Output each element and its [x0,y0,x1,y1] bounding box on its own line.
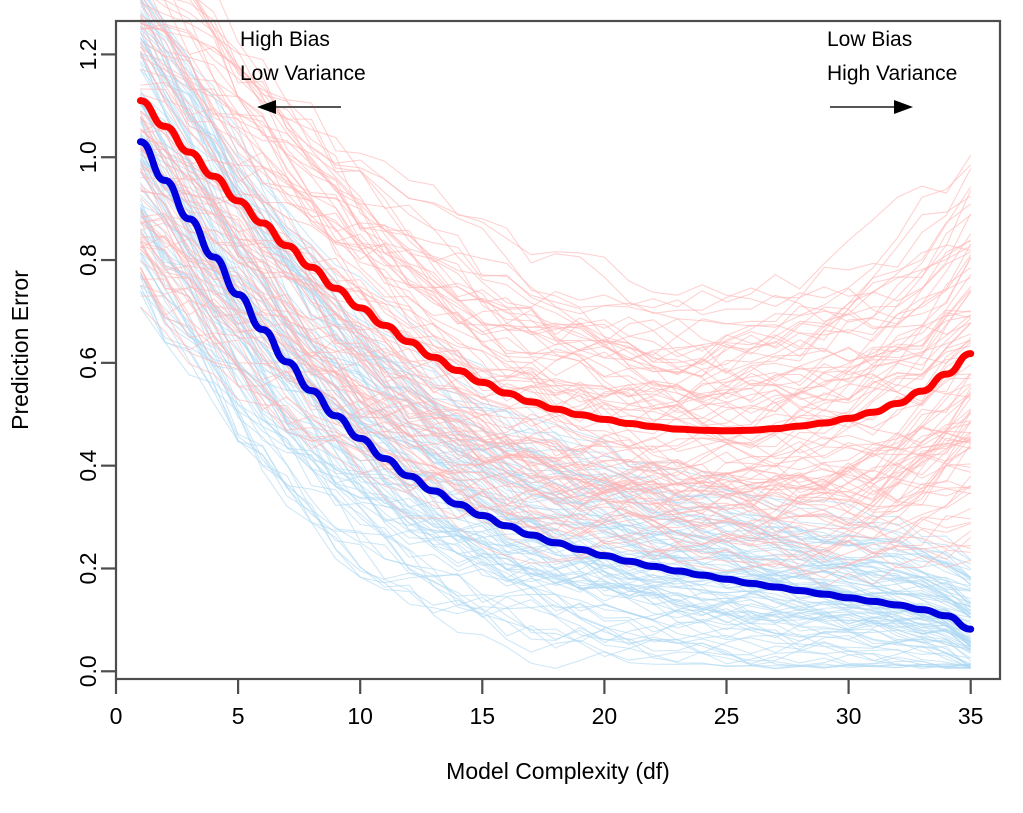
bias-variance-tradeoff-figure: 0 5 10 15 20 25 30 35 0.0 0.2 0.4 0.6 0.8 1.0 1.2 Mod… [0,0,1023,813]
plot-canvas: 0 5 10 15 20 25 30 35 0.0 0.2 0.4 0.6 0.8 1.0 1.2 Mod… [0,0,1023,813]
x-tick-label: 25 [714,703,740,729]
y-tick-label: 0.0 [75,655,101,687]
annotation-left-line2: Low Variance [240,62,366,85]
x-tick-label: 35 [958,703,984,729]
y-tick-label: 0.6 [75,347,101,379]
annotation-right-line2: High Variance [827,62,957,85]
annotation-left-line1: High Bias [240,28,330,51]
y-tick-label: 0.4 [75,449,101,481]
x-tick-label: 30 [836,703,862,729]
x-tick-label: 10 [347,703,373,729]
x-axis-title: Model Complexity (df) [446,758,670,784]
y-tick-label: 0.8 [75,244,101,276]
annotation-right-line1: Low Bias [827,28,912,51]
x-tick-label: 15 [470,703,496,729]
y-tick-label: 1.2 [75,38,101,70]
y-tick-label: 1.0 [75,141,101,173]
y-axis-title: Prediction Error [7,270,33,430]
x-tick-label: 20 [592,703,618,729]
x-tick-label: 0 [110,703,123,729]
x-tick-label: 5 [232,703,245,729]
y-tick-label: 0.2 [75,552,101,584]
